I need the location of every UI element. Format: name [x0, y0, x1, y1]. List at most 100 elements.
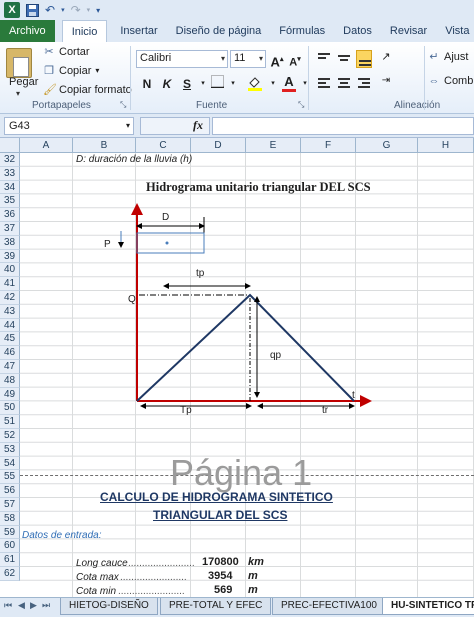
select-all-corner[interactable] — [0, 138, 20, 153]
cota-min-label: Cota min — [76, 586, 117, 597]
font-group-label: Fuente — [196, 100, 228, 111]
column-g-header[interactable]: G — [356, 138, 418, 153]
cut-button[interactable]: ✂ Cortar — [43, 45, 89, 59]
bold-button[interactable]: N — [138, 75, 156, 93]
paste-icon[interactable] — [6, 48, 32, 78]
sheet-tab-prec-efectiva[interactable]: PREC-EFECTIVA100 — [272, 598, 386, 615]
worksheet-grid[interactable]: 32 33 34 35 36 37 38 39 40 41 42 43 44 45 46 47 48 49 50 51… — [0, 153, 474, 597]
long-cauce-value: 170800 — [202, 556, 239, 568]
font-size-dropdown-icon[interactable]: ▾ — [259, 54, 263, 63]
ribbon-separator — [424, 46, 425, 110]
orientation-icon[interactable]: ↗ — [378, 50, 394, 68]
sheet-tab-hietog-diseno[interactable]: HIETOG-DISEÑO — [60, 598, 158, 615]
long-cauce-label: Long cauce — [76, 558, 128, 569]
calc-title-line1: CALCULO DE HIDROGRAMA SINTETICO — [100, 490, 333, 504]
sheet-tabs-bar: ⏮ ◀ ▶ ⏭ HIETOG-DISEÑO PRE-TOTAL Y EFEC P… — [0, 597, 474, 617]
cota-max-unit: m — [248, 570, 258, 582]
undo-dropdown-icon[interactable]: ▾ — [61, 2, 65, 18]
ribbon-tabs: Archivo Inicio Insertar Diseño de página… — [0, 20, 474, 42]
tab-insertar[interactable]: Insertar — [111, 20, 166, 42]
fx-icon: fx — [193, 118, 203, 132]
paste-button[interactable]: Pegar — [9, 76, 38, 88]
wrap-text-label: Ajust — [444, 50, 469, 63]
font-launcher-icon[interactable]: ⤡ — [298, 100, 304, 110]
align-bottom-icon[interactable] — [356, 50, 372, 68]
clipboard-launcher-icon[interactable]: ⤡ — [120, 100, 126, 110]
tab-revisar[interactable]: Revisar — [381, 20, 436, 42]
customize-toolbar-icon[interactable]: ▾ — [96, 2, 100, 18]
column-d-header[interactable]: D — [191, 138, 246, 153]
copy-button[interactable]: ❐ Copiar ▾ — [43, 64, 99, 78]
name-box[interactable]: G43 ▾ — [4, 117, 134, 135]
column-b-header[interactable]: B — [73, 138, 136, 153]
format-painter-button[interactable]: 🖌 Copiar formato — [43, 83, 132, 97]
column-e-header[interactable]: E — [246, 138, 301, 153]
first-sheet-icon[interactable]: ⏮ — [4, 600, 12, 611]
scissors-icon: ✂ — [44, 46, 54, 58]
align-left-icon[interactable] — [316, 75, 332, 93]
insert-function-button[interactable]: fx — [140, 117, 210, 135]
formula-input[interactable] — [212, 117, 474, 135]
next-sheet-icon[interactable]: ▶ — [30, 600, 37, 611]
align-right-icon[interactable] — [356, 75, 372, 93]
undo-icon[interactable]: ↶ — [45, 2, 55, 18]
font-size-combo[interactable]: 11 ▾ — [230, 50, 266, 68]
label-tr: tr — [322, 405, 329, 416]
excel-window: X ↶ ▾ ↷ ▾ ▾ Archivo Inicio Insertar Dise… — [0, 0, 474, 617]
tab-datos[interactable]: Datos — [334, 20, 381, 42]
ribbon-separator — [130, 46, 131, 110]
calc-title-line2: TRIANGULAR DEL SCS — [153, 508, 288, 522]
copy-dropdown-icon[interactable]: ▾ — [95, 66, 99, 75]
tab-vista[interactable]: Vista — [436, 20, 474, 42]
label-qp: qp — [270, 350, 282, 361]
align-middle-icon[interactable] — [336, 50, 352, 68]
clipboard-group-label: Portapapeles — [32, 100, 91, 111]
column-f-header[interactable]: F — [301, 138, 356, 153]
italic-button[interactable]: K — [158, 75, 176, 93]
wrap-text-button[interactable]: ↵ Ajust — [428, 50, 469, 64]
cota-max-value: 3954 — [208, 570, 233, 582]
sheet-tab-pre-total[interactable]: PRE-TOTAL Y EFEC — [160, 598, 272, 615]
formula-bar: G43 ▾ fx — [0, 114, 474, 138]
tab-formulas[interactable]: Fórmulas — [270, 20, 334, 42]
align-center-icon[interactable] — [336, 75, 352, 93]
column-c-header[interactable]: C — [136, 138, 191, 153]
last-sheet-icon[interactable]: ⏭ — [42, 600, 50, 611]
merge-center-button[interactable]: ⇔ Comb — [428, 75, 474, 87]
column-h-header[interactable]: H — [418, 138, 474, 153]
excel-logo-icon[interactable]: X — [4, 2, 20, 18]
merge-center-label: Comb — [444, 75, 474, 87]
page-watermark: Página 1 — [170, 452, 313, 493]
borders-dropdown-icon[interactable]: ▾ — [224, 75, 242, 93]
font-name-dropdown-icon[interactable]: ▾ — [221, 54, 225, 63]
redo-icon[interactable]: ↷ — [71, 2, 81, 18]
column-a-header[interactable]: A — [20, 138, 73, 153]
format-painter-label: Copiar formato — [59, 83, 132, 96]
tab-diseno-pagina[interactable]: Diseño de página — [167, 20, 271, 42]
ribbon: Pegar ▾ ✂ Cortar ❐ Copiar ▾ 🖌 Copiar for… — [0, 42, 474, 114]
fill-color-icon[interactable] — [246, 75, 264, 93]
font-name-value: Calibri — [140, 52, 172, 64]
tab-inicio[interactable]: Inicio — [61, 20, 108, 42]
hydrograph-triangle — [136, 293, 355, 402]
format-painter-icon: 🖌 — [43, 84, 57, 96]
align-top-icon[interactable] — [316, 50, 332, 68]
merge-icon: ⇔ — [428, 75, 440, 87]
font-color-dropdown-icon[interactable]: ▾ — [296, 75, 314, 93]
cell-reference: G43 — [9, 120, 30, 132]
grow-font-icon[interactable]: A▴ — [268, 51, 286, 69]
name-box-dropdown-icon[interactable]: ▾ — [126, 121, 130, 130]
paste-dropdown-icon[interactable]: ▾ — [16, 89, 20, 98]
tab-archivo[interactable]: Archivo — [0, 20, 55, 42]
sheet-tab-hu-sintetico[interactable]: HU-SINTETICO TRI — [382, 598, 474, 615]
label-q: Q — [128, 294, 136, 305]
prev-sheet-icon[interactable]: ◀ — [18, 600, 25, 611]
save-icon[interactable] — [26, 2, 39, 18]
redo-dropdown-icon[interactable]: ▾ — [87, 2, 91, 18]
hydrograph-diagram — [118, 203, 372, 409]
indent-icon[interactable]: ⇥ — [378, 75, 394, 93]
alignment-group-label: Alineación — [394, 100, 441, 111]
shrink-font-icon[interactable]: A▾ — [286, 51, 304, 69]
label-p: P — [104, 239, 111, 250]
font-name-combo[interactable]: Calibri ▾ — [136, 50, 228, 68]
